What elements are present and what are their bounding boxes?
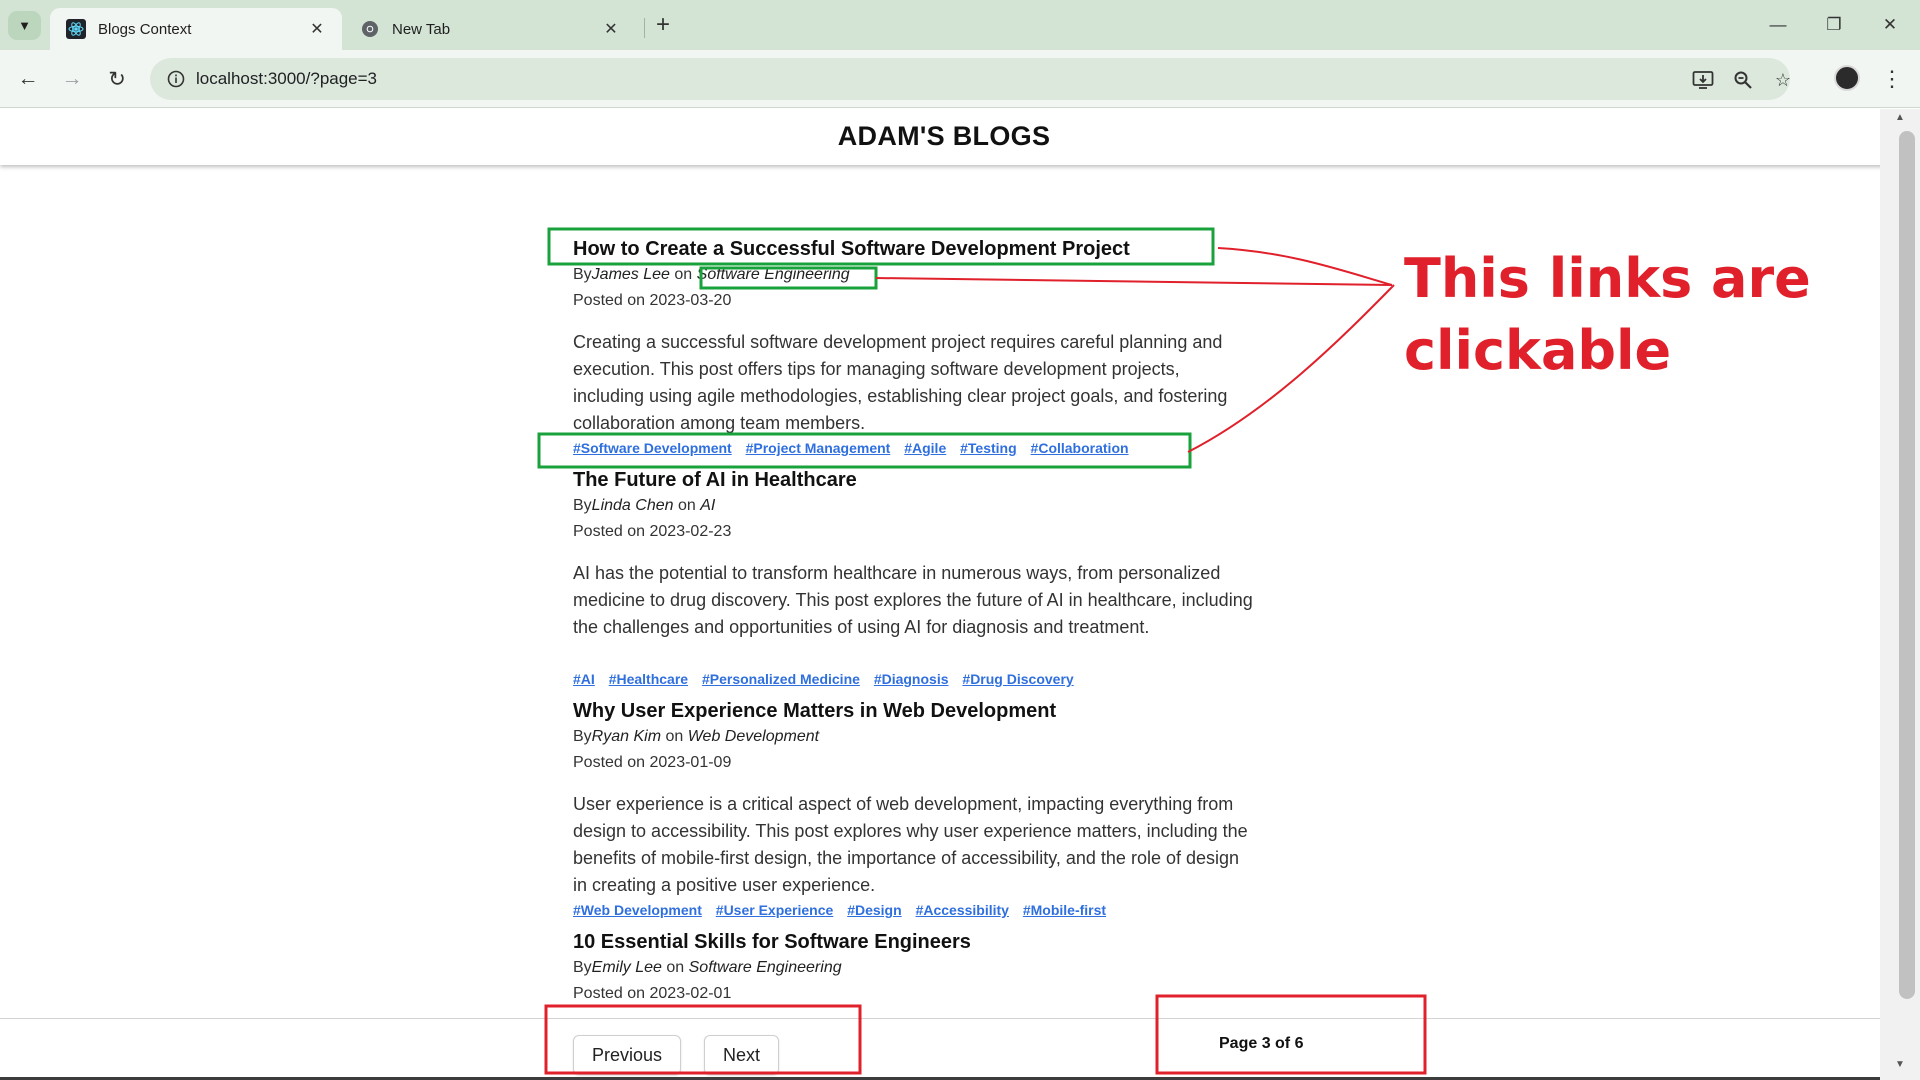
- tag-link[interactable]: #Healthcare: [609, 671, 688, 687]
- post-date: Posted on 2023-01-09: [573, 754, 732, 771]
- by-label: By: [573, 959, 592, 976]
- tag-link[interactable]: #Mobile-first: [1023, 902, 1106, 918]
- react-favicon-icon: [66, 19, 86, 39]
- chrome-icon: [360, 19, 380, 39]
- vertical-scrollbar[interactable]: ▲ ▼: [1880, 109, 1920, 1080]
- post-author: Linda Chen: [591, 497, 674, 514]
- close-window-icon[interactable]: ✕: [1862, 8, 1918, 42]
- annotation-line: This links are: [1404, 247, 1811, 310]
- tag-link[interactable]: #User Experience: [716, 902, 834, 918]
- category-link[interactable]: AI: [700, 497, 715, 514]
- pagination-bar: Previous Next Page 3 of 6: [0, 1018, 1888, 1080]
- category-link[interactable]: Web Development: [688, 728, 819, 745]
- annotation-note: This links are clickable: [1404, 243, 1811, 387]
- post-item: The Future of AI in Healthcare ByLinda C…: [573, 467, 1253, 698]
- post-author: Emily Lee: [591, 959, 662, 976]
- post-title-link[interactable]: The Future of AI in Healthcare: [573, 467, 1253, 493]
- back-arrow-icon[interactable]: ←: [12, 63, 44, 95]
- install-app-icon[interactable]: [1690, 67, 1716, 93]
- scrollbar-thumb[interactable]: [1899, 131, 1915, 999]
- post-title-link[interactable]: Why User Experience Matters in Web Devel…: [573, 698, 1253, 724]
- post-title-link[interactable]: 10 Essential Skills for Software Enginee…: [573, 929, 1253, 955]
- tag-link[interactable]: #Collaboration: [1031, 440, 1129, 456]
- post-date: Posted on 2023-03-20: [573, 292, 732, 309]
- kebab-menu-icon[interactable]: ⋮: [1878, 63, 1906, 95]
- post-excerpt: User experience is a critical aspect of …: [573, 794, 1248, 895]
- next-button[interactable]: Next: [704, 1035, 780, 1075]
- browser-toolbar: ← → ↻ localhost:3000/?page=3 ☆ ⋮: [0, 50, 1920, 108]
- post-date: Posted on 2023-02-01: [573, 985, 732, 1002]
- tag-list: #Software Development #Project Managemen…: [573, 439, 1253, 467]
- post-item: How to Create a Successful Software Deve…: [573, 236, 1253, 467]
- tag-link[interactable]: #Agile: [904, 440, 946, 456]
- post-date: Posted on 2023-02-23: [573, 523, 732, 540]
- post-meta: ByLinda Chen on AI: [573, 494, 1253, 518]
- on-label: on: [674, 266, 693, 283]
- tag-link[interactable]: #Testing: [960, 440, 1017, 456]
- url-text: localhost:3000/?page=3: [196, 69, 378, 88]
- new-tab-plus-icon[interactable]: +: [650, 11, 676, 38]
- post-title-link[interactable]: How to Create a Successful Software Deve…: [573, 236, 1253, 262]
- tab-title: Blogs Context: [98, 20, 192, 38]
- tab-blogs-context[interactable]: Blogs Context ✕: [50, 8, 342, 50]
- previous-button[interactable]: Previous: [573, 1035, 682, 1075]
- by-label: By: [573, 266, 592, 283]
- annotation-line: clickable: [1404, 319, 1672, 382]
- tag-link[interactable]: #Design: [847, 902, 901, 918]
- tag-link[interactable]: #Software Development: [573, 440, 732, 456]
- tab-search-button[interactable]: ▼: [8, 11, 41, 40]
- restore-icon[interactable]: ❐: [1806, 8, 1862, 42]
- tag-link[interactable]: #Project Management: [746, 440, 891, 456]
- tab-new-tab[interactable]: New Tab ✕: [344, 8, 636, 50]
- tag-list: #AI #Healthcare #Personalized Medicine #…: [573, 670, 1253, 698]
- post-item: Why User Experience Matters in Web Devel…: [573, 698, 1253, 929]
- tag-link[interactable]: #AI: [573, 671, 595, 687]
- close-icon[interactable]: ✕: [306, 18, 328, 40]
- site-info-icon[interactable]: [164, 67, 188, 91]
- tag-link[interactable]: #Web Development: [573, 902, 702, 918]
- post-meta: ByEmily Lee on Software Engineering: [573, 956, 1253, 980]
- post-excerpt: Creating a successful software developme…: [573, 332, 1228, 433]
- tag-link[interactable]: #Diagnosis: [874, 671, 949, 687]
- tab-divider: [644, 18, 645, 38]
- on-label: on: [665, 728, 684, 745]
- chevron-down-icon: ▼: [18, 18, 31, 33]
- reload-icon[interactable]: ↻: [101, 63, 133, 95]
- category-link[interactable]: Software Engineering: [689, 959, 842, 976]
- minimize-icon[interactable]: —: [1750, 8, 1806, 42]
- tag-link[interactable]: #Accessibility: [916, 902, 1009, 918]
- site-title: ADAM'S BLOGS: [837, 121, 1051, 151]
- by-label: By: [573, 497, 592, 514]
- post-meta: ByJames Lee on Software Engineering: [573, 263, 1253, 287]
- bookmark-star-icon[interactable]: ☆: [1770, 67, 1796, 93]
- tab-title: New Tab: [392, 20, 451, 38]
- by-label: By: [573, 728, 592, 745]
- profile-avatar[interactable]: [1834, 65, 1860, 91]
- tag-link[interactable]: #Drug Discovery: [962, 671, 1073, 687]
- category-link[interactable]: Software Engineering: [697, 266, 850, 283]
- tab-strip: ▼ Blogs Context ✕ New Tab ✕ + — ❐ ✕: [0, 0, 1920, 50]
- scroll-up-arrow-icon[interactable]: ▲: [1895, 112, 1905, 123]
- on-label: on: [677, 497, 696, 514]
- tag-link[interactable]: #Personalized Medicine: [702, 671, 860, 687]
- post-author: James Lee: [591, 266, 670, 283]
- post-author: Ryan Kim: [591, 728, 662, 745]
- post-item: 10 Essential Skills for Software Enginee…: [573, 929, 1253, 1006]
- forward-arrow-icon[interactable]: →: [56, 63, 88, 95]
- post-excerpt: AI has the potential to transform health…: [573, 563, 1253, 637]
- tag-list: #Web Development #User Experience #Desig…: [573, 901, 1253, 929]
- scroll-down-arrow-icon[interactable]: ▼: [1895, 1059, 1905, 1070]
- zoom-icon[interactable]: [1730, 67, 1756, 93]
- post-meta: ByRyan Kim on Web Development: [573, 725, 1253, 749]
- post-list: How to Create a Successful Software Deve…: [573, 236, 1253, 1006]
- address-bar[interactable]: localhost:3000/?page=3 ☆: [150, 58, 1791, 100]
- page-indicator: Page 3 of 6: [1219, 1035, 1304, 1052]
- on-label: on: [666, 959, 685, 976]
- close-icon[interactable]: ✕: [600, 18, 622, 40]
- site-header: ADAM'S BLOGS: [0, 109, 1888, 165]
